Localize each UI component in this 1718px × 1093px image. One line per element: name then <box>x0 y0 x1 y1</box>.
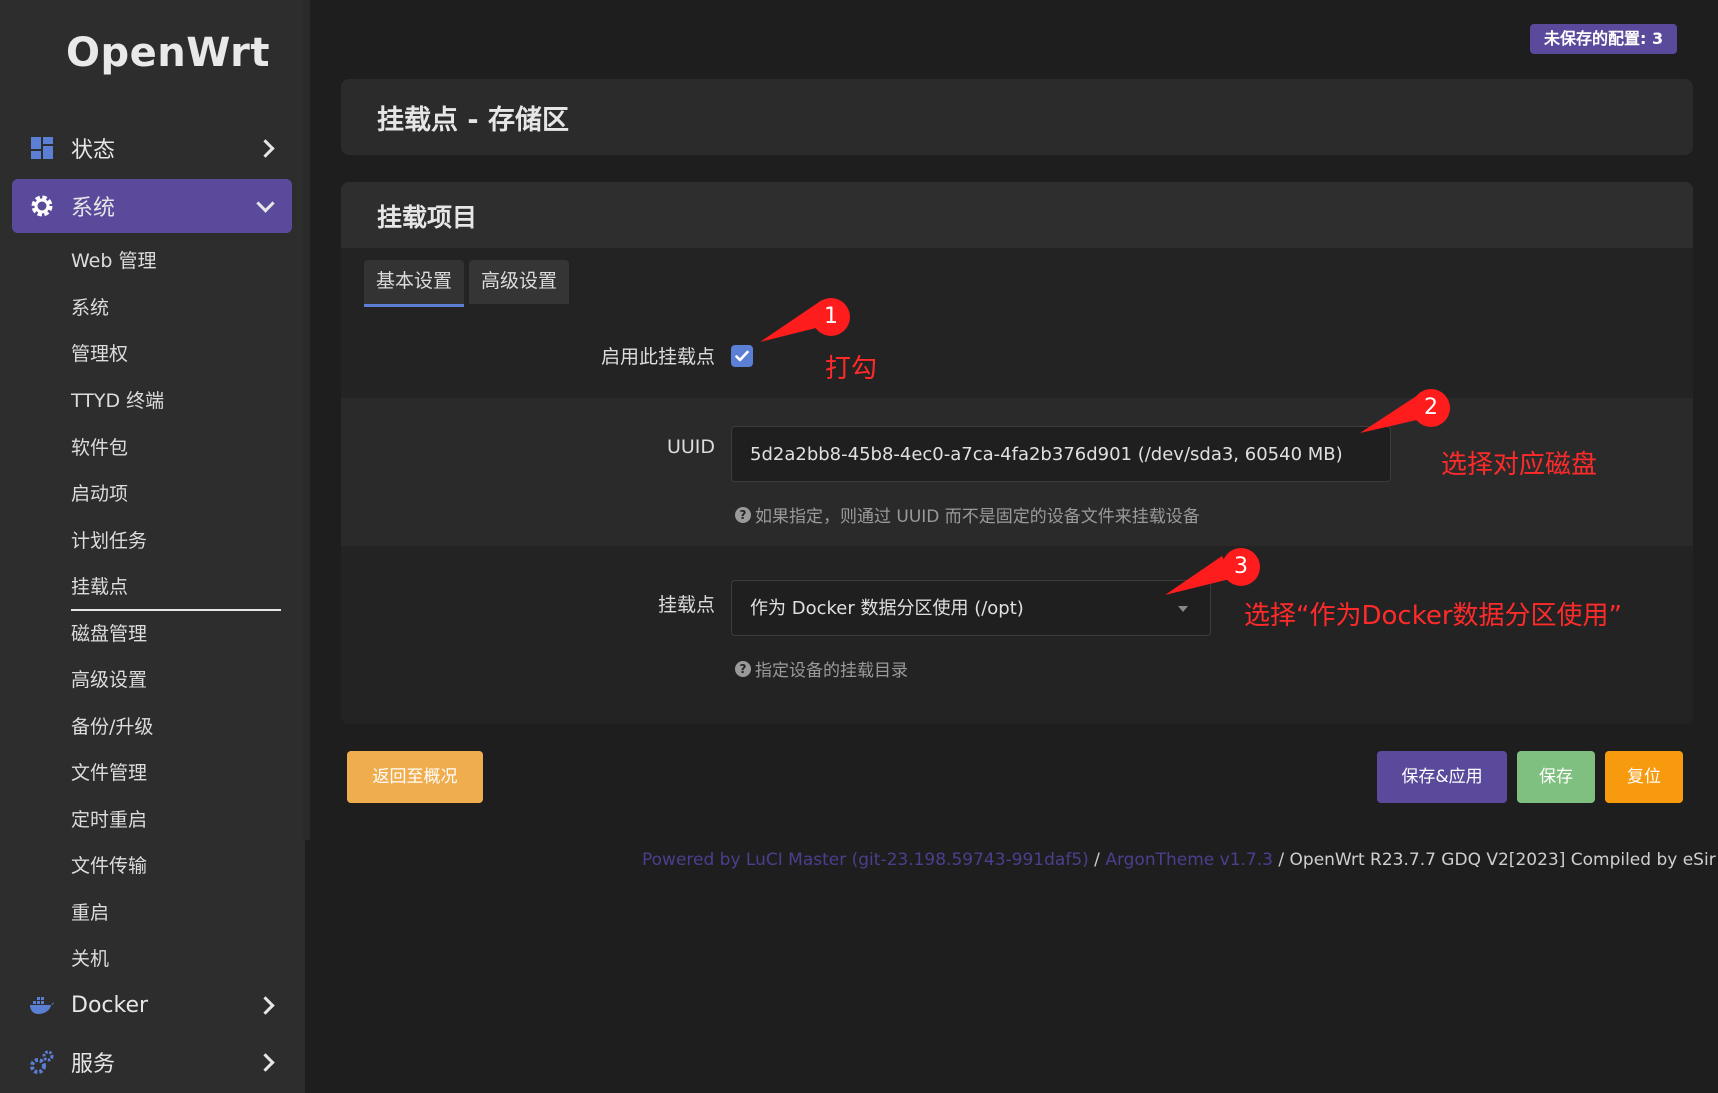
annotation-marker-3: 3 <box>1222 548 1260 586</box>
annotation-text-2: 选择对应磁盘 <box>1441 450 1598 480</box>
annotation-marker-1: 1 <box>812 298 850 336</box>
annotation-arrows <box>760 300 1430 595</box>
annotation-marker-2: 2 <box>1412 389 1450 427</box>
annotation-text-3: 选择“作为Docker数据分区使用” <box>1244 601 1622 631</box>
annotation-text-1: 打勾 <box>825 354 878 384</box>
